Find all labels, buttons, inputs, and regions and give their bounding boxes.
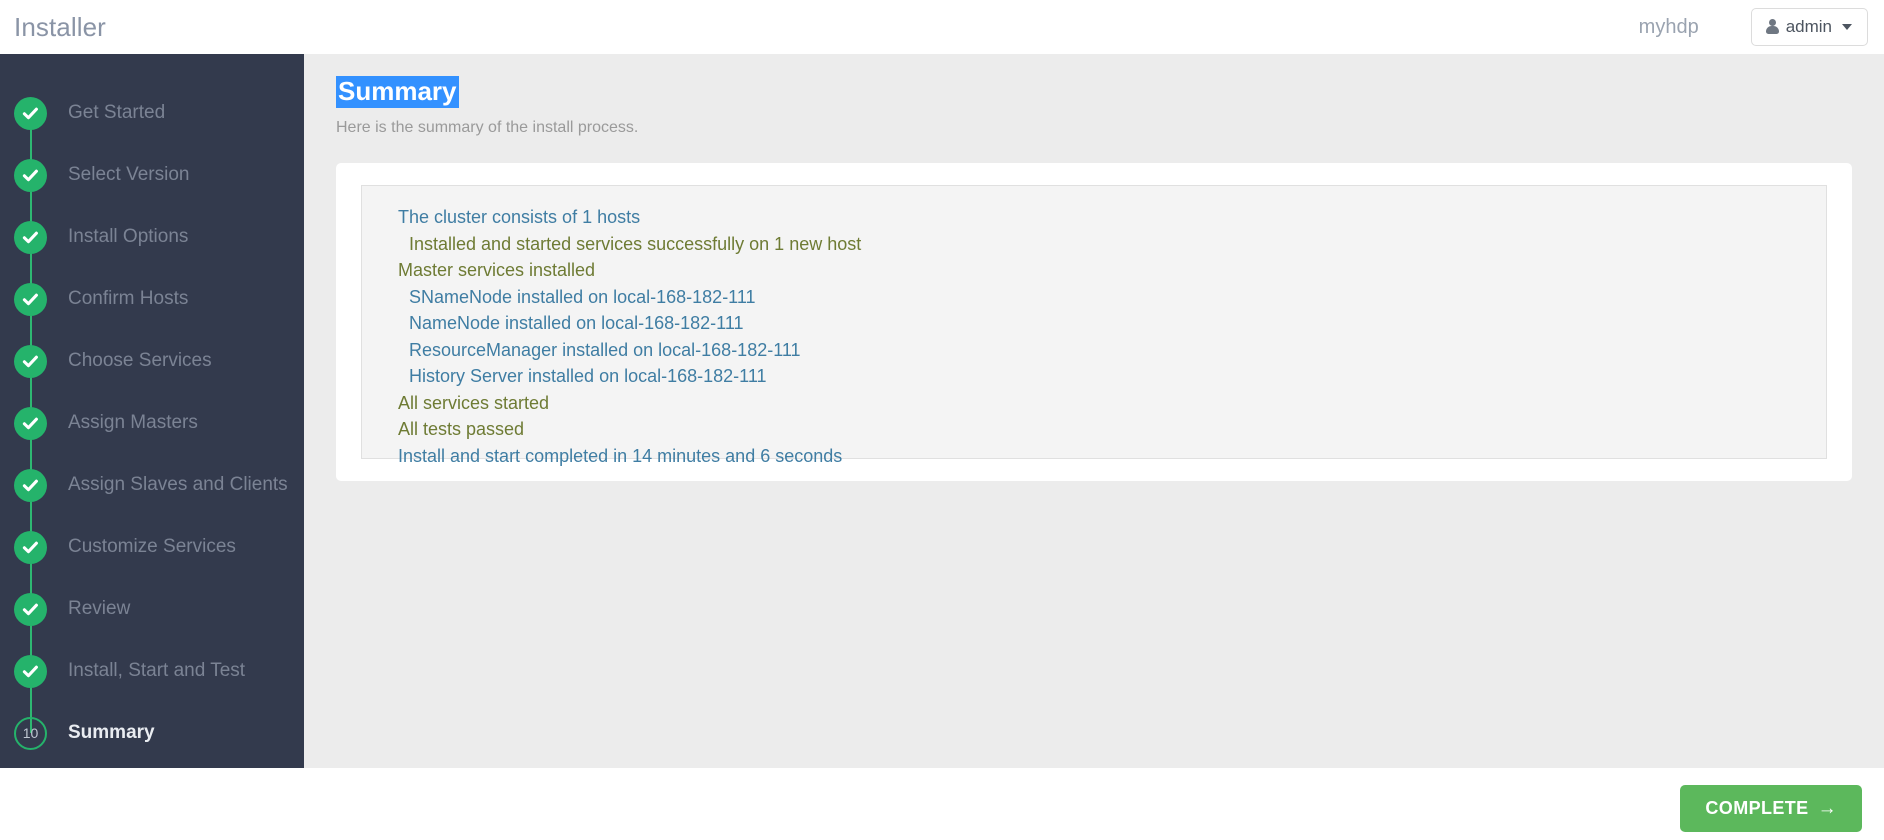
complete-button[interactable]: COMPLETE → [1680,785,1862,832]
sidebar-item-label: Get Started [68,102,166,123]
check-icon [14,344,47,378]
sidebar-item-assign-masters[interactable]: Assign Masters [0,392,304,485]
check-icon [14,282,47,316]
sidebar-item-label: Install Options [68,226,189,247]
sidebar-item-label: Select Version [68,164,190,185]
sidebar-item-label: Confirm Hosts [68,288,189,309]
header-right-group: myhdp admin [1639,8,1884,46]
summary-line: Master services installed [398,260,596,281]
wizard-step-list: Get Started Select Version Install Options… [0,82,304,764]
sidebar-item-summary[interactable]: 10 Summary [0,702,304,764]
check-icon [14,530,47,564]
arrow-right-icon: → [1817,798,1837,819]
summary-line: SNameNode installed on local-168-182-111 [409,286,756,307]
sidebar-item-label: Assign Masters [68,412,198,433]
sidebar-item-install-options[interactable]: Install Options [0,206,304,299]
user-icon [1765,19,1780,35]
check-icon [14,654,47,688]
summary-panel: The cluster consists of 1 hosts Installed… [361,185,1827,466]
summary-line: ResourceManager installed on local-168-1… [409,339,801,360]
user-menu-button[interactable]: admin [1750,8,1868,46]
check-icon [14,592,47,626]
sidebar-item-select-version[interactable]: Select Version [0,144,304,237]
sidebar-item-install-start-and-test[interactable]: Install, Start and Test [0,640,304,733]
summary-line: Installed and started services successfu… [409,233,862,254]
wizard-sidebar: Get Started Select Version Install Options… [0,54,304,768]
summary-subtitle: Here is the summary of the install proce… [336,119,639,137]
summary-heading: Summary [336,76,459,109]
sidebar-item-get-started[interactable]: Get Started [0,82,304,175]
check-icon [14,468,47,502]
sidebar-item-label: Install, Start and Test [68,660,246,681]
summary-card: The cluster consists of 1 hosts Installed… [336,163,1852,482]
chevron-down-icon [1842,24,1852,30]
check-icon [14,158,47,192]
sidebar-item-review[interactable]: Review [0,578,304,671]
summary-line: All services started [398,392,550,413]
sidebar-item-label: Choose Services [68,350,212,371]
summary-line: All tests passed [398,419,525,440]
sidebar-item-label: Review [68,598,131,619]
summary-line: History Server installed on local-168-18… [409,366,767,387]
check-icon [14,220,47,254]
sidebar-item-choose-services[interactable]: Choose Services [0,330,304,423]
sidebar-item-assign-slaves-and-clients[interactable]: Assign Slaves and Clients [0,454,304,547]
page-title: Installer [14,11,106,42]
step-number-badge: 10 [14,716,47,750]
summary-list: The cluster consists of 1 hosts Installed… [362,204,1826,469]
complete-button-label: COMPLETE [1705,798,1809,818]
user-menu-label: admin [1785,17,1832,36]
check-icon [14,96,47,130]
sidebar-item-label: Customize Services [68,536,236,557]
app-header: Installer myhdp admin [0,0,1884,54]
summary-line: Install and start completed in 14 minute… [398,445,843,466]
check-icon [14,406,47,440]
wizard-footer: COMPLETE → [0,768,1884,840]
sidebar-item-label: Assign Slaves and Clients [68,474,288,495]
sidebar-item-customize-services[interactable]: Customize Services [0,516,304,609]
sidebar-item-confirm-hosts[interactable]: Confirm Hosts [0,268,304,361]
summary-line: NameNode installed on local-168-182-111 [409,313,744,334]
cluster-name-label: myhdp [1638,15,1699,38]
main-content: Summary Here is the summary of the insta… [304,54,1884,768]
summary-line: The cluster consists of 1 hosts [398,207,641,228]
sidebar-item-label: Summary [68,722,155,743]
